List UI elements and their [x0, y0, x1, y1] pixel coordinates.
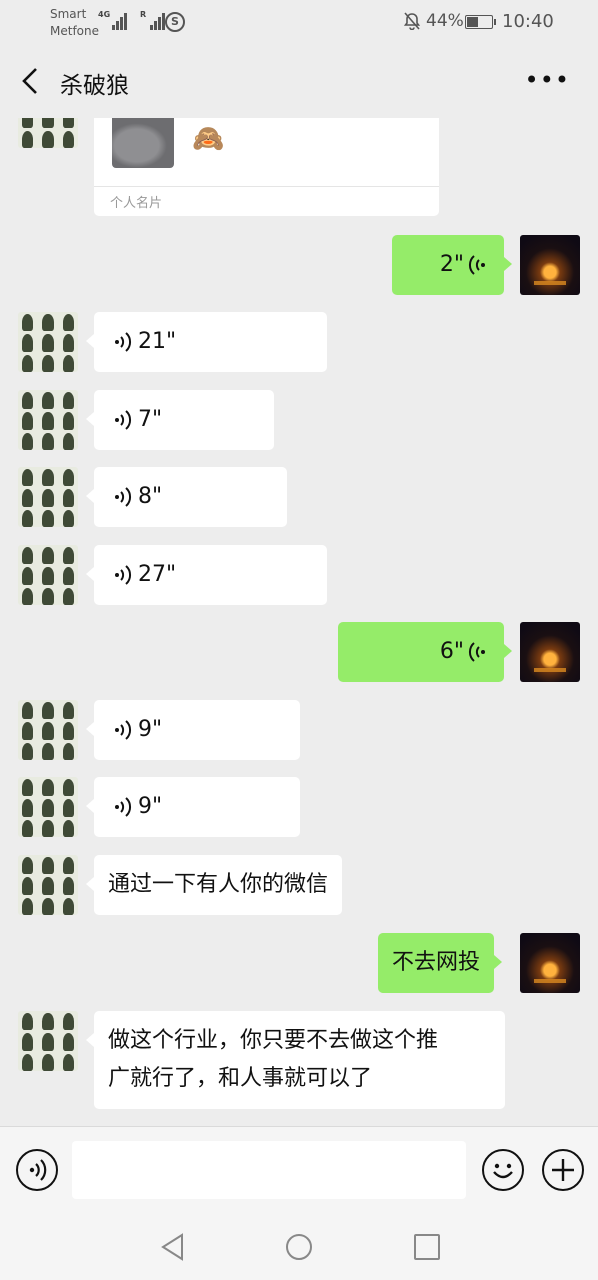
contact-avatar[interactable]	[18, 118, 78, 148]
contact-avatar[interactable]	[18, 700, 78, 760]
voice-wave-icon	[115, 797, 132, 817]
contact-avatar[interactable]	[18, 777, 78, 837]
contact-avatar[interactable]	[18, 312, 78, 372]
battery-percent: 44%	[426, 11, 464, 31]
card-divider	[94, 186, 439, 187]
nav-home-icon[interactable]	[286, 1234, 312, 1260]
carrier-line-1: Smart	[50, 7, 87, 21]
carrier-name: Smart Metfone	[50, 6, 99, 40]
contact-avatar[interactable]	[18, 1011, 78, 1071]
nav-back-icon[interactable]	[160, 1233, 186, 1261]
voice-wave-icon	[468, 255, 485, 275]
status-time: 10:40	[502, 11, 554, 32]
message-text-line-1: 做这个行业，你只要不去做这个推	[108, 1028, 439, 1053]
emoji-icon[interactable]	[482, 1149, 524, 1191]
voice-duration: 8"	[138, 484, 163, 509]
nav-recent-icon[interactable]	[414, 1234, 440, 1260]
chat-header: 杀破狼 •••	[0, 44, 598, 118]
battery-fill	[467, 17, 479, 27]
card-monkey-emoji: 🙈	[192, 124, 225, 154]
more-dots-icon[interactable]: •••	[525, 66, 570, 94]
contact-avatar[interactable]	[18, 467, 78, 527]
network-type-label-2: R	[140, 10, 147, 19]
voice-duration: 27"	[138, 562, 177, 587]
my-avatar[interactable]	[520, 933, 580, 993]
text-message-bubble[interactable]: 做这个行业，你只要不去做这个推 广就行了，和人事就可以了	[86, 1011, 505, 1109]
voice-duration: 7"	[138, 407, 163, 432]
contact-avatar[interactable]	[18, 390, 78, 450]
voice-wave-icon	[115, 565, 132, 585]
chat-message-list[interactable]: 🙈 个人名片 2" 21" 7" 8" 27" 6" 9" 9" 通过一下有人你…	[0, 118, 598, 1126]
my-avatar[interactable]	[520, 235, 580, 295]
message-text: 通过一下有人你的微信	[108, 872, 329, 897]
mute-bell-icon	[403, 12, 421, 34]
voice-wave-icon	[468, 642, 485, 662]
input-bar	[0, 1126, 598, 1215]
message-input[interactable]	[72, 1141, 466, 1199]
voice-message-bubble[interactable]: 21"	[86, 312, 327, 372]
voice-duration: 9"	[138, 717, 163, 742]
contact-avatar[interactable]	[18, 545, 78, 605]
contact-avatar[interactable]	[18, 855, 78, 915]
voice-message-bubble[interactable]: 6"	[338, 622, 512, 682]
voice-message-bubble[interactable]: 9"	[86, 700, 300, 760]
message-text: 不去网投	[392, 950, 481, 975]
voice-message-bubble[interactable]: 27"	[86, 545, 327, 605]
voice-message-bubble[interactable]: 2"	[392, 235, 512, 295]
signal-bars	[106, 12, 128, 30]
system-nav-bar	[0, 1214, 598, 1280]
voice-duration: 2"	[439, 252, 464, 277]
chat-title: 杀破狼	[60, 73, 129, 99]
voice-wave-icon	[115, 720, 132, 740]
card-cat-image	[112, 118, 174, 168]
voice-duration: 21"	[138, 329, 177, 354]
text-message-bubble[interactable]: 不去网投	[378, 933, 503, 993]
voice-message-bubble[interactable]: 8"	[86, 467, 287, 527]
status-bar: Smart Metfone 4G R S 44% 10:40	[0, 0, 598, 44]
voice-message-bubble[interactable]: 9"	[86, 777, 300, 837]
voice-message-bubble[interactable]: 7"	[86, 390, 274, 450]
voice-wave-icon	[115, 487, 132, 507]
voice-wave-icon	[115, 410, 132, 430]
message-text-line-2: 广就行了，和人事就可以了	[108, 1066, 373, 1091]
carrier-line-2: Metfone	[50, 24, 99, 38]
voice-mode-icon[interactable]	[16, 1149, 58, 1191]
voice-duration: 9"	[138, 794, 163, 819]
voice-duration: 6"	[439, 639, 464, 664]
my-avatar[interactable]	[520, 622, 580, 682]
battery-icon	[465, 15, 496, 29]
voice-wave-icon	[115, 332, 132, 352]
contact-card[interactable]: 🙈 个人名片	[94, 118, 439, 216]
app-notification-icon: S	[165, 12, 185, 32]
card-type-label: 个人名片	[110, 196, 163, 211]
plus-icon[interactable]	[542, 1149, 584, 1191]
text-message-bubble[interactable]: 通过一下有人你的微信	[85, 855, 343, 915]
back-arrow-icon[interactable]	[18, 66, 44, 96]
